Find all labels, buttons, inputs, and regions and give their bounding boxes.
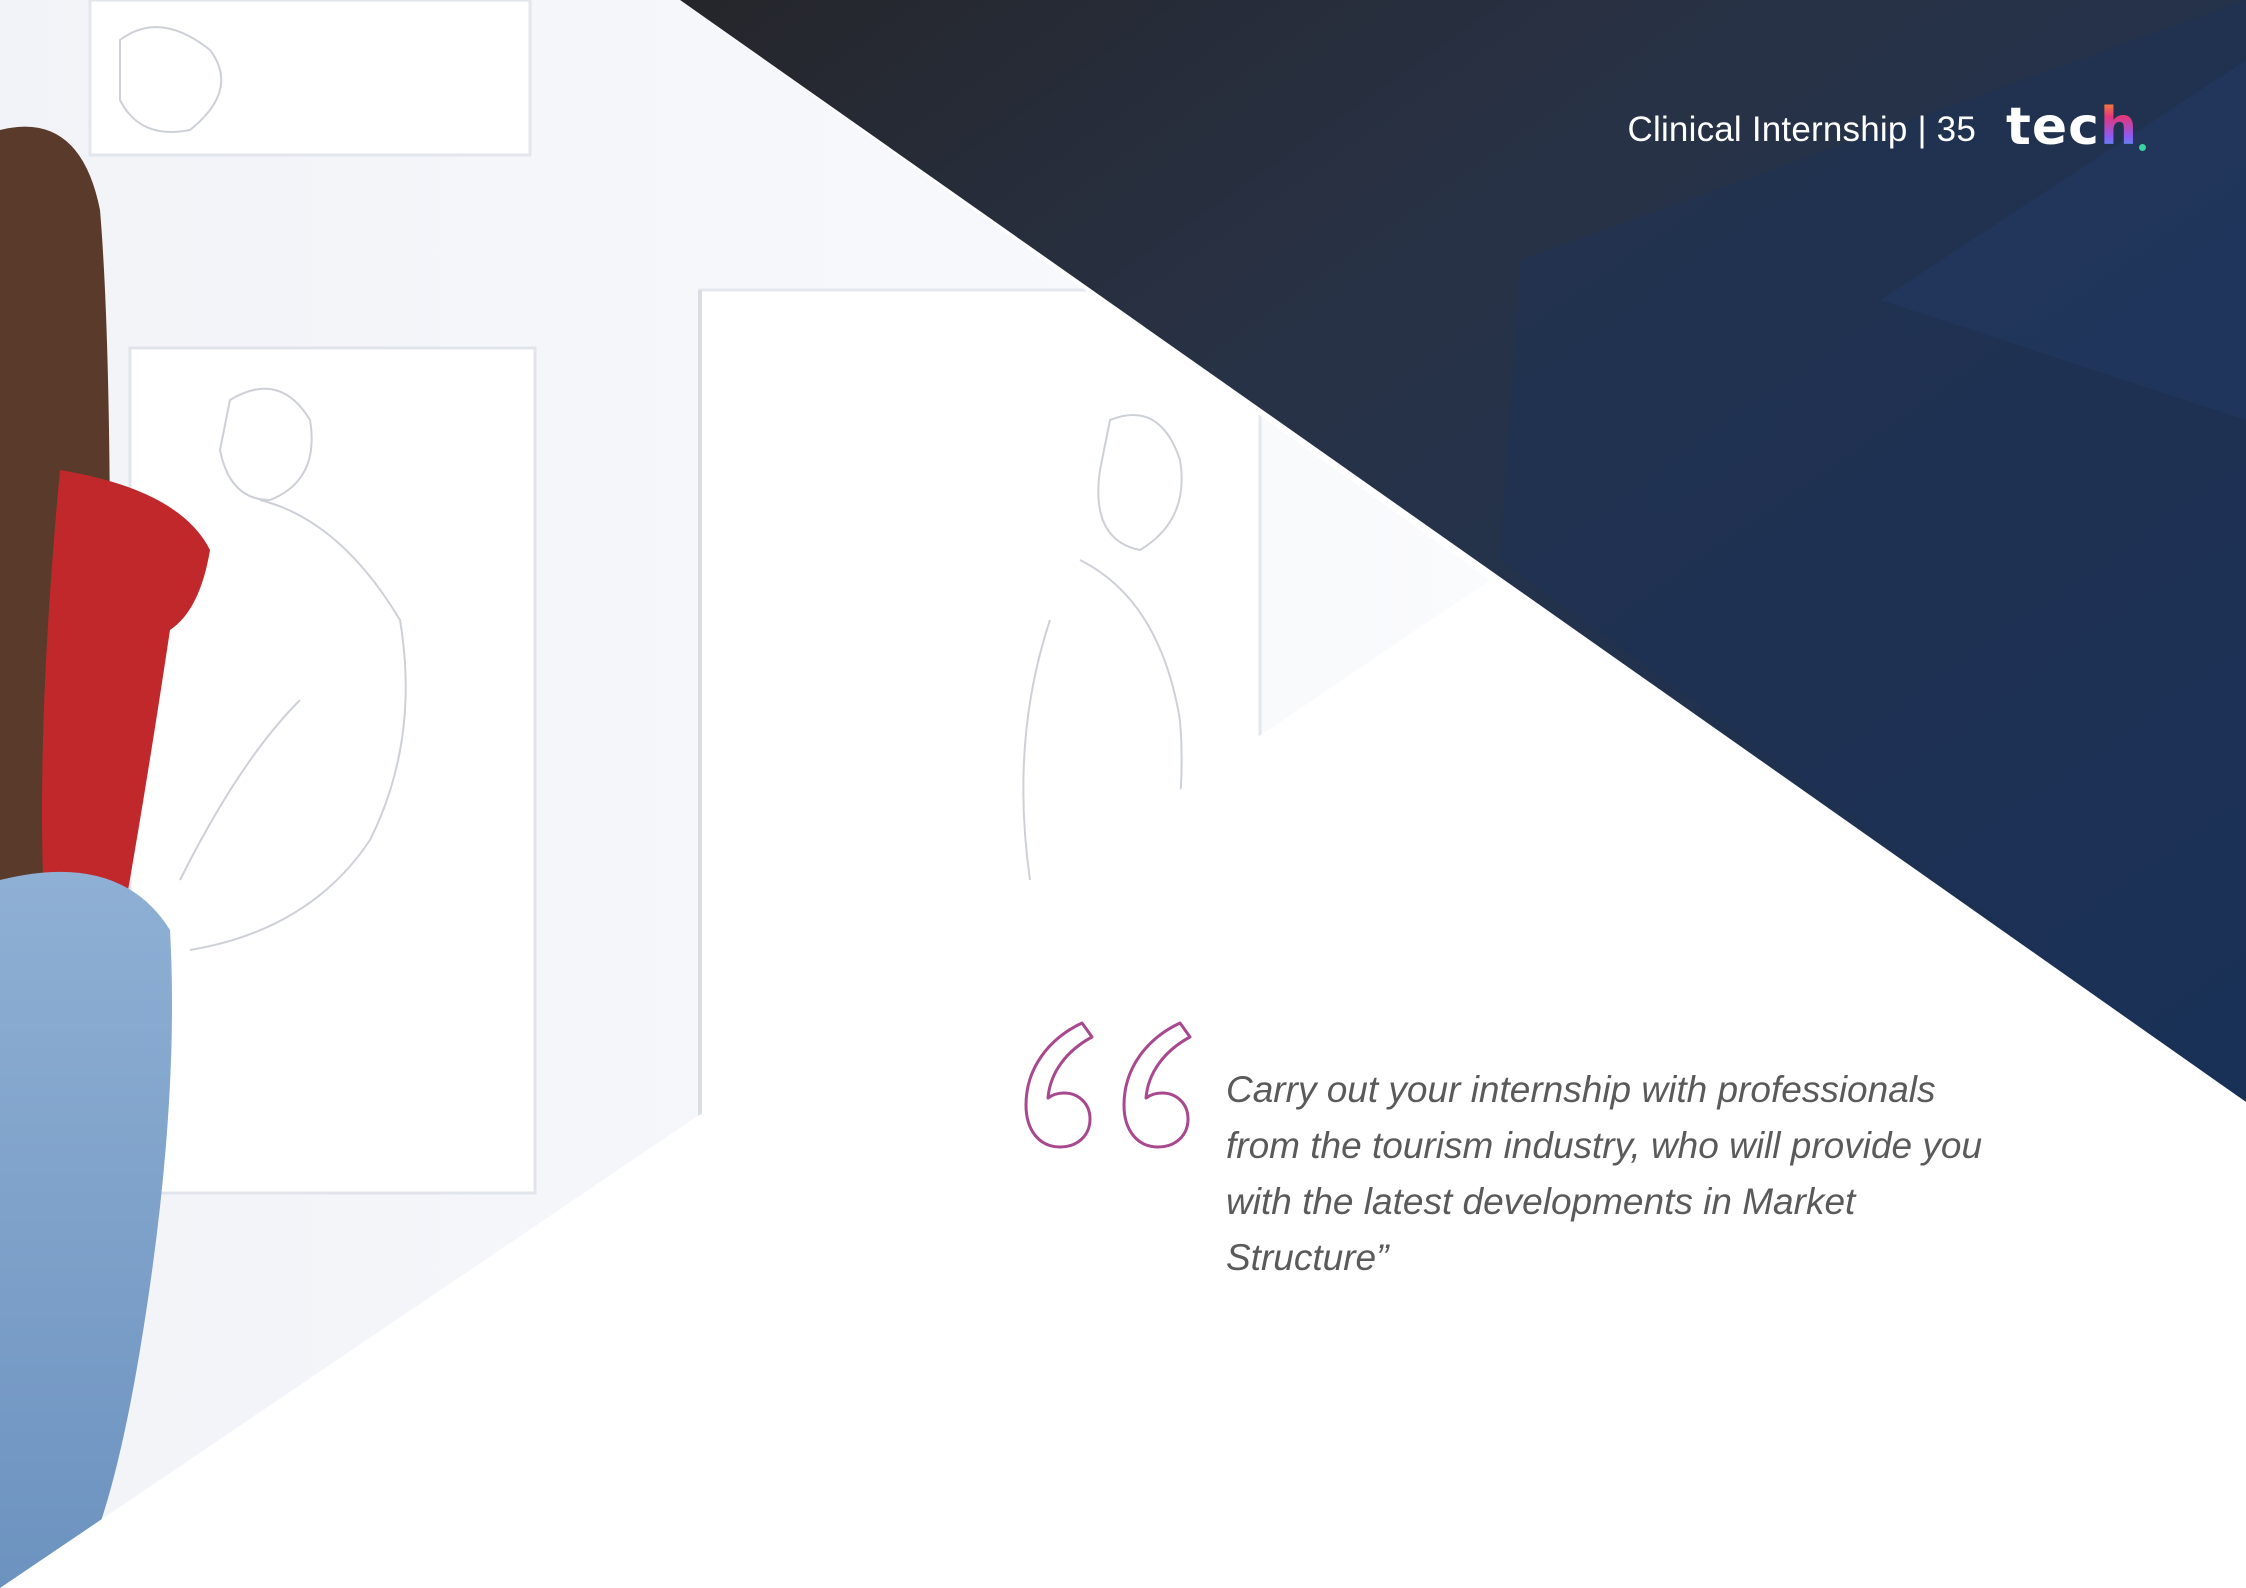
page-background [0, 0, 2246, 1588]
logo-dot [2139, 144, 2146, 151]
logo-text: tec [2006, 97, 2100, 157]
logo-accent-letter: h [2099, 97, 2138, 157]
testimonial-quote: Carry out your internship with professio… [1226, 1069, 1983, 1278]
open-quote-icon [1024, 1021, 1192, 1149]
tech-logo: tech [2006, 101, 2146, 159]
section-title: Clinical Internship | 35 [1627, 110, 1977, 149]
brochure-page: Clinical Internship | 35 tech Carry out … [0, 0, 2246, 1588]
page-header: Clinical Internship | 35 tech [1627, 100, 2146, 160]
